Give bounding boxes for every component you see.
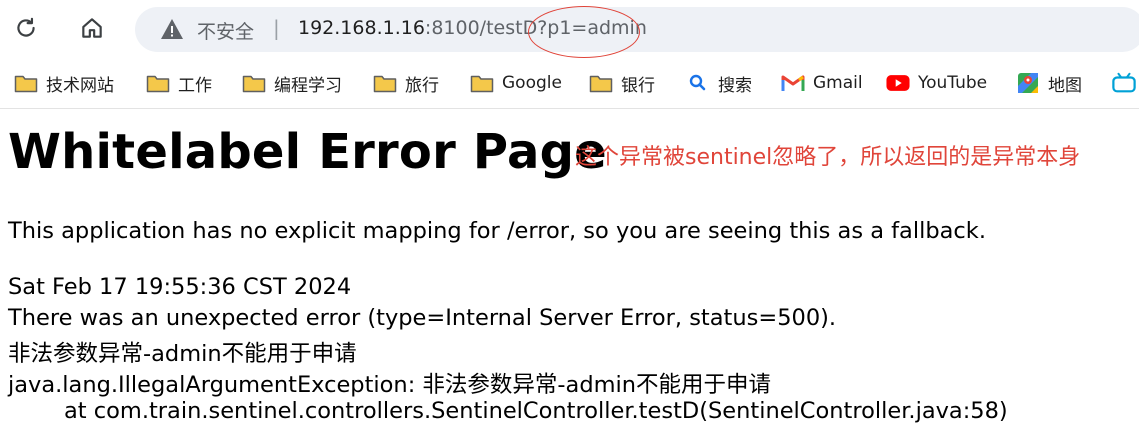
folder-icon bbox=[14, 73, 38, 93]
reload-button[interactable] bbox=[10, 12, 42, 44]
bookmarks-bar: 技术网站 工作 编程学习 旅行 Google 银行 搜索 Gmail YouTu… bbox=[0, 60, 1139, 109]
bookmark-label: Google bbox=[502, 73, 562, 93]
bookmark-label: 搜索 bbox=[718, 75, 752, 96]
exception-line: java.lang.IllegalArgumentException: 非法参数… bbox=[8, 372, 772, 398]
error-timestamp: Sat Feb 17 19:55:36 CST 2024 bbox=[8, 274, 352, 300]
bookmark-label: 银行 bbox=[621, 75, 655, 96]
folder-icon bbox=[470, 73, 494, 93]
bookmark-folder-google[interactable]: Google bbox=[470, 70, 562, 96]
bookmark-label: 工作 bbox=[178, 75, 212, 96]
browser-toolbar: 不安全 | 192.168.1.16:8100/testD?p1=admin bbox=[0, 0, 1139, 60]
bookmark-label: 技术网站 bbox=[46, 75, 114, 96]
error-summary: There was an unexpected error (type=Inte… bbox=[8, 305, 837, 331]
error-description: This application has no explicit mapping… bbox=[8, 218, 986, 244]
url-path: :8100/testD?p1=admin bbox=[424, 17, 647, 39]
bookmark-folder-programming[interactable]: 编程学习 bbox=[242, 70, 342, 96]
bookmark-label: 编程学习 bbox=[274, 75, 342, 96]
bilibili-icon bbox=[1112, 72, 1136, 93]
home-button[interactable] bbox=[76, 12, 108, 44]
bookmark-folder-travel[interactable]: 旅行 bbox=[373, 70, 439, 96]
maps-icon bbox=[1016, 73, 1040, 93]
folder-icon bbox=[589, 73, 613, 93]
bookmark-folder-tech-sites[interactable]: 技术网站 bbox=[14, 70, 114, 96]
reload-icon bbox=[17, 17, 35, 37]
home-icon bbox=[82, 18, 102, 38]
bookmark-label: 地图 bbox=[1048, 75, 1082, 96]
stack-trace-line: at com.train.sentinel.controllers.Sentin… bbox=[64, 398, 1008, 424]
bookmark-folder-bank[interactable]: 银行 bbox=[589, 70, 655, 96]
search-icon bbox=[686, 73, 710, 93]
url-host: 192.168.1.16 bbox=[298, 17, 425, 39]
annotation-note: 这个异常被sentinel忽略了，所以返回的是异常本身 bbox=[575, 145, 1081, 170]
error-message: 非法参数异常-admin不能用于申请 bbox=[8, 341, 357, 367]
bookmark-maps[interactable]: 地图 bbox=[1016, 70, 1082, 96]
folder-icon bbox=[373, 73, 397, 93]
bookmark-label: 旅行 bbox=[405, 75, 439, 96]
bookmark-folder-work[interactable]: 工作 bbox=[146, 70, 212, 96]
bookmark-gmail[interactable]: Gmail bbox=[781, 70, 863, 96]
folder-icon bbox=[146, 73, 170, 93]
youtube-icon bbox=[886, 73, 910, 93]
url-text[interactable]: 192.168.1.16:8100/testD?p1=admin bbox=[298, 17, 647, 39]
bookmark-label: YouTube bbox=[918, 73, 988, 93]
address-bar[interactable]: 不安全 | 192.168.1.16:8100/testD?p1=admin bbox=[135, 7, 1139, 52]
address-separator: | bbox=[273, 16, 280, 40]
not-secure-warning-icon[interactable] bbox=[160, 18, 184, 40]
bookmark-label: Gmail bbox=[813, 73, 863, 93]
security-label: 不安全 bbox=[197, 21, 255, 43]
page-title: Whitelabel Error Page bbox=[8, 124, 607, 180]
folder-icon bbox=[242, 73, 266, 93]
bookmark-search[interactable]: 搜索 bbox=[686, 70, 752, 96]
bookmark-youtube[interactable]: YouTube bbox=[886, 70, 987, 96]
gmail-icon bbox=[781, 73, 805, 93]
bookmark-bilibili[interactable] bbox=[1112, 70, 1139, 96]
